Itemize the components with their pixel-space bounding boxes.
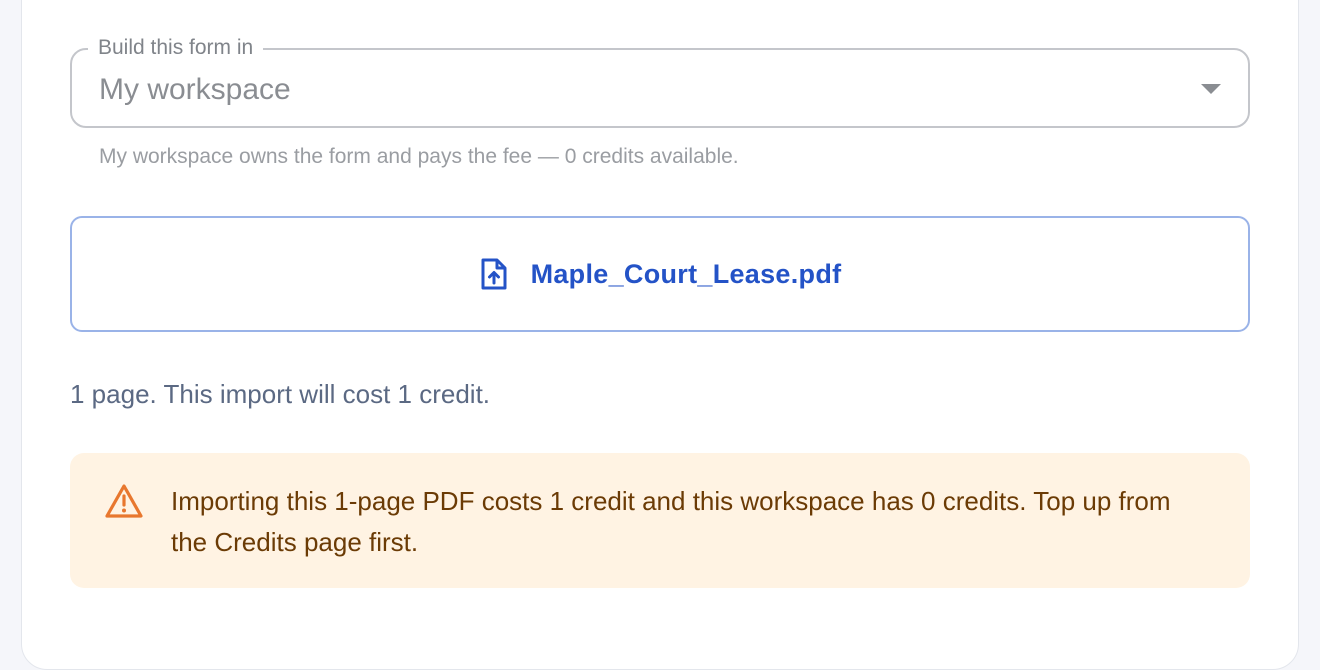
warning-triangle-icon xyxy=(105,484,143,518)
workspace-select-value[interactable]: My workspace xyxy=(99,70,291,110)
chevron-down-icon[interactable] xyxy=(1201,84,1221,94)
file-name: Maple_Court_Lease.pdf xyxy=(530,258,842,289)
file-upload-button[interactable]: Maple_Court_Lease.pdf xyxy=(70,216,1250,332)
insufficient-credits-alert: Importing this 1-page PDF costs 1 credit… xyxy=(70,453,1250,588)
workspace-select-label: Build this form in xyxy=(88,34,264,62)
file-upload-icon xyxy=(481,258,507,290)
cost-summary: 1 page. This import will cost 1 credit. xyxy=(70,379,491,409)
workspace-helper-text: My workspace owns the form and pays the … xyxy=(99,145,739,168)
alert-message: Importing this 1-page PDF costs 1 credit… xyxy=(171,486,1171,557)
